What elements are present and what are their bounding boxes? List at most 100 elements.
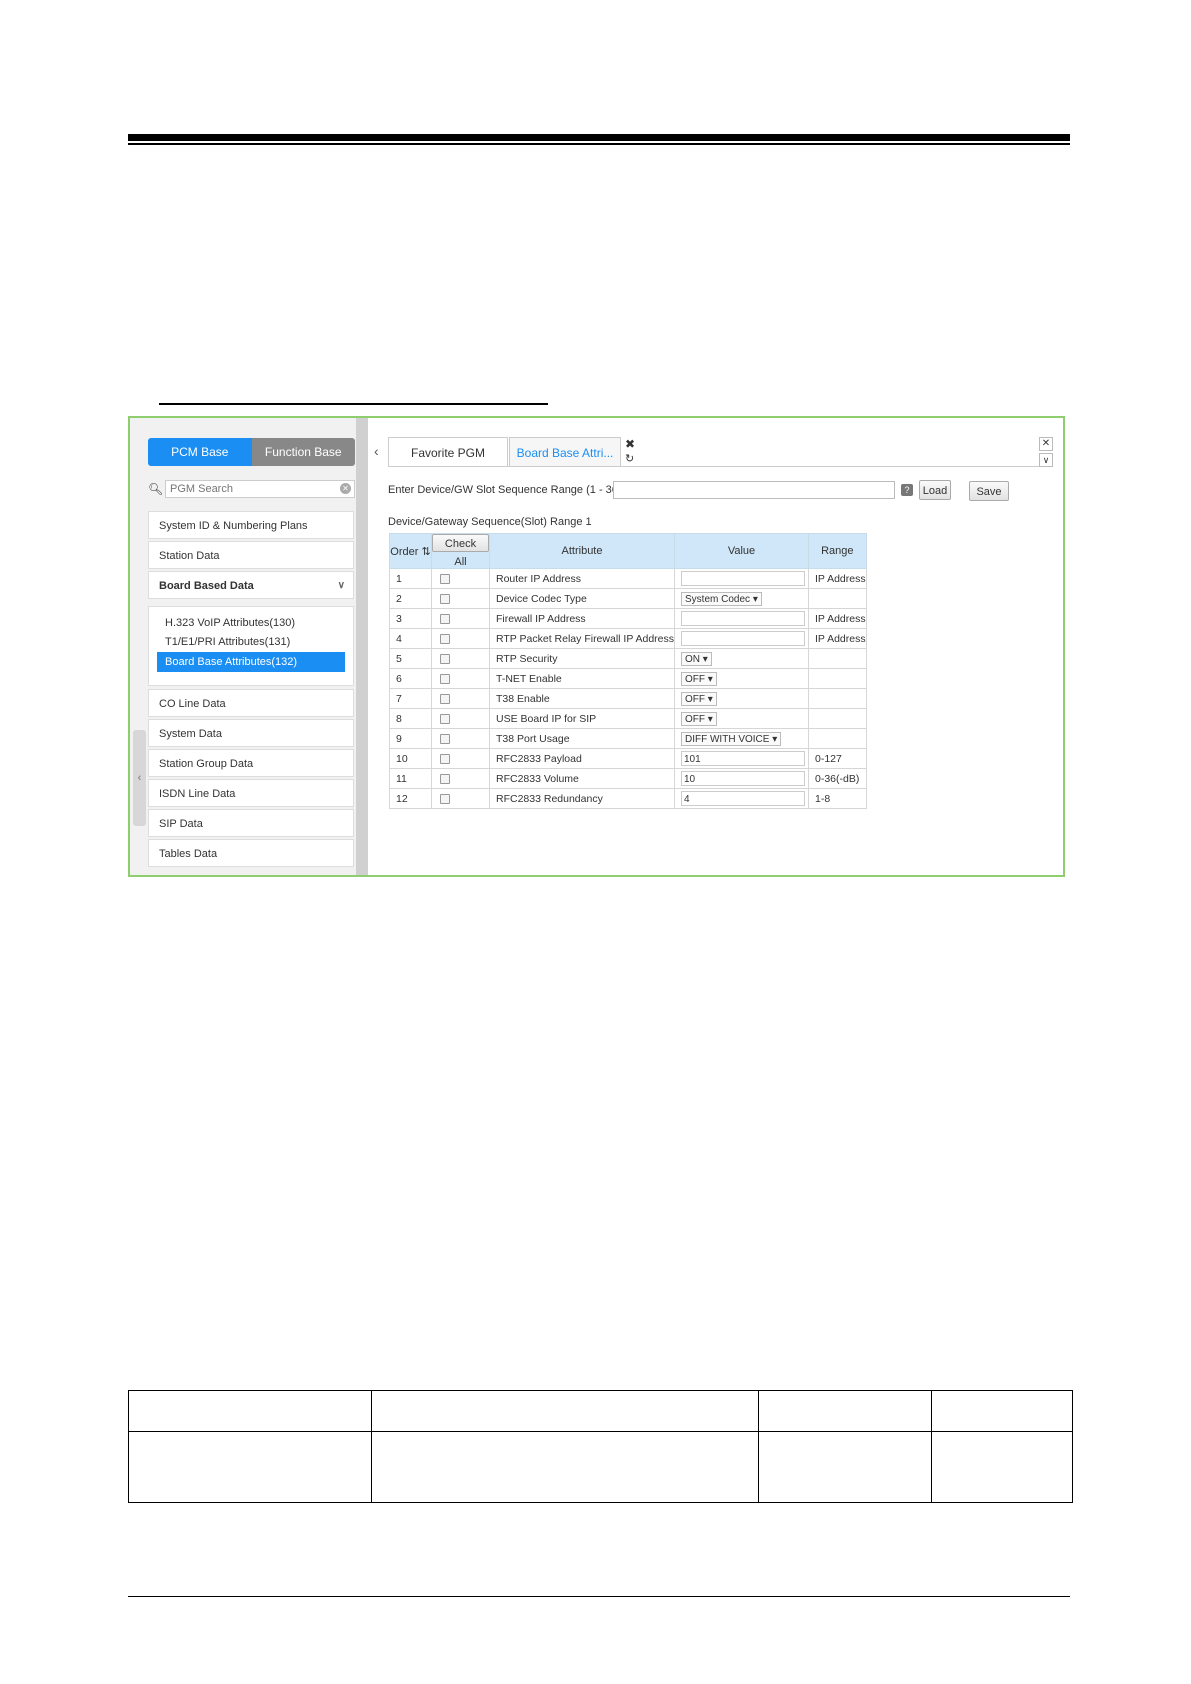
value-input[interactable] [681, 611, 805, 626]
submenu-item-h323[interactable]: H.323 VoIP Attributes(130) [157, 613, 345, 633]
attribute-cell: RTP Security [489, 648, 675, 669]
help-icon[interactable]: ? [901, 484, 913, 496]
range-cell [808, 728, 867, 749]
table-cell [371, 1390, 759, 1432]
save-button[interactable]: Save [969, 481, 1009, 501]
dropdown-arrow-icon: ▾ [707, 713, 713, 725]
row-checkbox[interactable] [440, 753, 450, 764]
function-base-button[interactable]: Function Base [251, 438, 355, 466]
header-thick-rule [128, 134, 1070, 141]
attribute-cell: T38 Enable [489, 688, 675, 709]
submenu-item-board-base[interactable]: Board Base Attributes(132) [157, 652, 345, 672]
load-button[interactable]: Load [919, 480, 951, 500]
sequence-range-label: Device/Gateway Sequence(Slot) Range 1 [388, 516, 592, 528]
board-based-submenu: H.323 VoIP Attributes(130) T1/E1/PRI Att… [148, 606, 354, 686]
value-input[interactable] [681, 631, 805, 646]
row-checkbox[interactable] [440, 733, 450, 744]
document-table [128, 1390, 1073, 1503]
value-input[interactable]: 101 [681, 751, 805, 766]
menu-item-station-data[interactable]: Station Data [148, 541, 354, 569]
row-checkbox[interactable] [440, 773, 450, 784]
close-icon[interactable]: ✕ [1039, 437, 1053, 451]
order-cell: 5 [389, 648, 432, 669]
order-cell: 4 [389, 628, 432, 649]
table-cell [128, 1390, 372, 1432]
sidebar-collapse-handle[interactable]: ‹ [133, 730, 146, 826]
table-row: 7 T38 Enable OFF ▾ [389, 688, 867, 709]
table-row: 6 T-NET Enable OFF ▾ [389, 668, 867, 689]
attribute-cell: Router IP Address [489, 568, 675, 589]
range-cell: 1-8 [808, 788, 867, 809]
footer-rule [128, 1596, 1070, 1597]
value-input[interactable]: 4 [681, 791, 805, 806]
value-select[interactable]: OFF ▾ [681, 691, 717, 706]
range-cell: IP Address [808, 628, 867, 649]
chevron-left-icon[interactable]: ‹ [374, 443, 379, 459]
table-cell [931, 1431, 1073, 1503]
row-checkbox[interactable] [440, 693, 450, 704]
chevron-down-icon: ∨ [337, 580, 345, 591]
order-cell: 7 [389, 688, 432, 709]
order-cell: 10 [389, 748, 432, 769]
order-cell: 6 [389, 668, 432, 689]
attribute-table: Order ⇅ Check All Attribute Value Range … [389, 533, 867, 809]
value-select[interactable]: ON ▾ [681, 651, 712, 666]
menu-item-tables-data[interactable]: Tables Data [148, 839, 354, 867]
clear-search-icon[interactable]: ✕ [340, 483, 351, 494]
dropdown-arrow-icon: ▾ [702, 653, 708, 665]
value-input[interactable] [681, 571, 805, 586]
order-header[interactable]: Order ⇅ [389, 533, 432, 569]
menu-item-board-based-data[interactable]: Board Based Data ∨ [148, 571, 354, 599]
select-value: OFF [685, 673, 705, 685]
value-header: Value [674, 533, 809, 569]
menu-item-isdn-line-data[interactable]: ISDN Line Data [148, 779, 354, 807]
pgm-search-input[interactable] [165, 480, 355, 498]
menu-item-system-data[interactable]: System Data [148, 719, 354, 747]
header-thin-rule [128, 143, 1070, 145]
select-value: System Codec [685, 593, 751, 605]
range-header: Range [808, 533, 867, 569]
row-checkbox[interactable] [440, 613, 450, 624]
range-cell: 0-36(-dB) [808, 768, 867, 789]
row-checkbox[interactable] [440, 573, 450, 584]
row-checkbox[interactable] [440, 793, 450, 804]
value-select[interactable]: DIFF WITH VOICE ▾ [681, 731, 782, 746]
row-checkbox[interactable] [440, 593, 450, 604]
chevron-down-icon[interactable]: ∨ [1039, 453, 1053, 467]
value-select[interactable]: OFF ▾ [681, 671, 717, 686]
table-row: 4 RTP Packet Relay Firewall IP Address I… [389, 628, 867, 649]
row-checkbox[interactable] [440, 673, 450, 684]
pcm-base-button[interactable]: PCM Base [148, 438, 252, 466]
menu-item-co-line-data[interactable]: CO Line Data [148, 689, 354, 717]
table-cell [758, 1431, 932, 1503]
range-cell: IP Address [808, 608, 867, 629]
row-checkbox[interactable] [440, 633, 450, 644]
order-cell: 9 [389, 728, 432, 749]
table-cell [931, 1390, 1073, 1432]
menu-item-sip-data[interactable]: SIP Data [148, 809, 354, 837]
value-select[interactable]: OFF ▾ [681, 711, 717, 726]
row-checkbox[interactable] [440, 653, 450, 664]
menu-item-system-id[interactable]: System ID & Numbering Plans [148, 511, 354, 539]
value-select[interactable]: System Codec ▾ [681, 591, 762, 606]
table-row: 1 Router IP Address IP Address [389, 568, 867, 589]
submenu-item-t1e1pri[interactable]: T1/E1/PRI Attributes(131) [157, 632, 345, 652]
main-panel: ‹ Favorite PGM Board Base Attri... ✖ ↻ ✕… [368, 418, 1063, 875]
table-row: 2 Device Codec Type System Codec ▾ [389, 588, 867, 609]
tab-favorite-pgm[interactable]: Favorite PGM [388, 437, 508, 467]
check-all-header: Check All [431, 533, 490, 569]
tab-board-base-attributes[interactable]: Board Base Attri... [509, 437, 621, 467]
attribute-cell: T-NET Enable [489, 668, 675, 689]
value-input[interactable]: 10 [681, 771, 805, 786]
screenshot-frame: PCM Base Function Base 🔍︎ ✕ System ID & … [128, 416, 1065, 877]
sort-icon[interactable]: ⇅ [421, 546, 430, 558]
panel-divider[interactable] [356, 418, 368, 875]
row-checkbox[interactable] [440, 713, 450, 724]
select-value: ON [685, 653, 700, 665]
check-all-button[interactable]: Check All [432, 534, 489, 568]
dropdown-arrow-icon: ▾ [707, 673, 713, 685]
close-tab-icon[interactable]: ✖ [625, 437, 635, 451]
menu-item-station-group-data[interactable]: Station Group Data [148, 749, 354, 777]
refresh-icon[interactable]: ↻ [625, 452, 634, 465]
slot-range-input[interactable] [613, 481, 895, 499]
